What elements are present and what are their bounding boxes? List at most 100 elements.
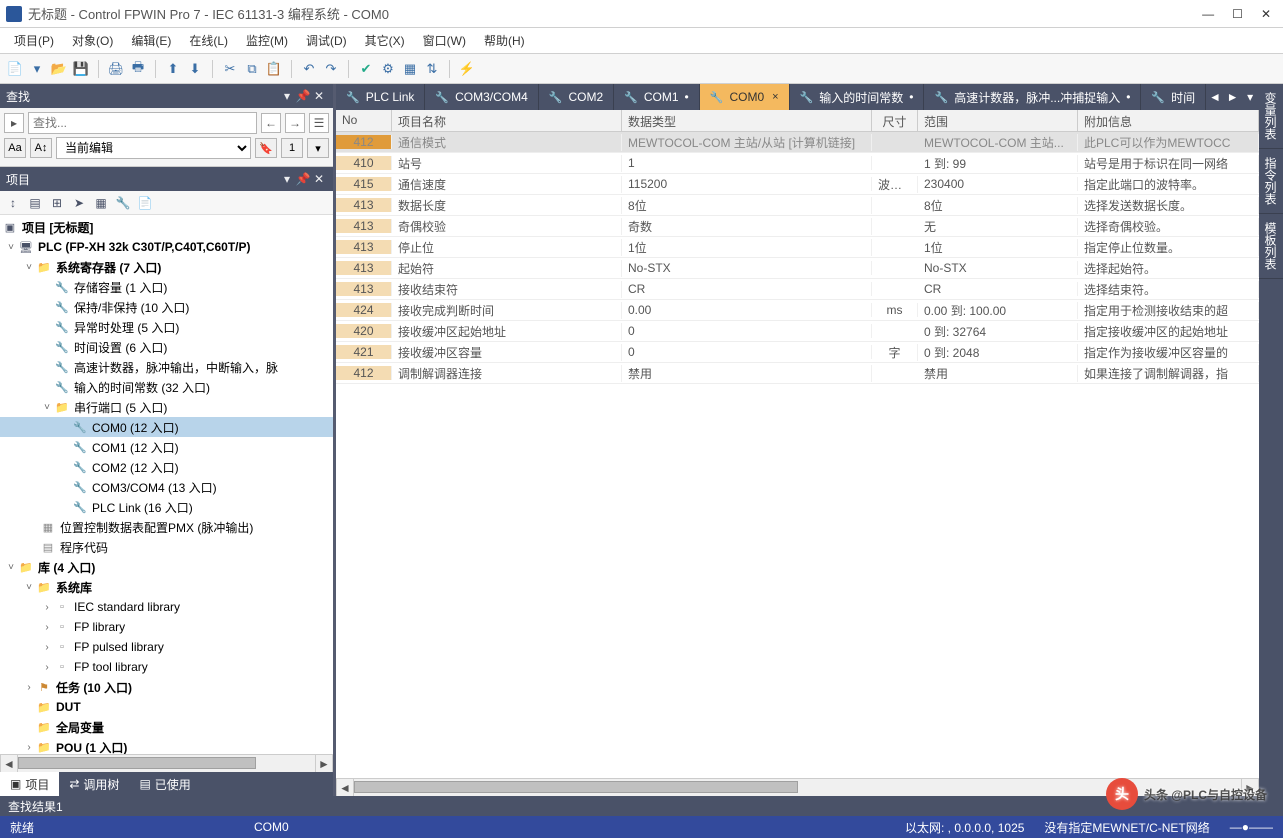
tree-com1[interactable]: 🔧COM1 (12 入口): [0, 437, 333, 457]
col-type[interactable]: 数据类型: [622, 110, 872, 131]
tree-sysitem[interactable]: 🔧高速计数器，脉冲输出，中断输入，脉: [0, 357, 333, 377]
panel-close-icon[interactable]: ✕: [311, 89, 327, 103]
grid-row[interactable]: 415通信速度115200波特率230400指定此端口的波特率。: [336, 174, 1259, 195]
col-info[interactable]: 附加信息: [1078, 110, 1259, 131]
grid-row[interactable]: 420接收缓冲区起始地址00 到: 32764指定接收缓冲区的起始地址: [336, 321, 1259, 342]
minimize-button[interactable]: —: [1202, 7, 1214, 21]
tree-libitem[interactable]: ›▫FP pulsed library: [0, 637, 333, 657]
tree-plclink[interactable]: 🔧PLC Link (16 入口): [0, 497, 333, 517]
compile-icon[interactable]: ⚙: [379, 60, 397, 78]
cell-type[interactable]: MEWTOCOL-COM 主站/从站 [计算机链接]: [622, 134, 872, 151]
tree-pou[interactable]: ›📁POU (1 入口): [0, 737, 333, 754]
grid-row[interactable]: 413起始符No-STXNo-STX选择起始符。: [336, 258, 1259, 279]
col-name[interactable]: 项目名称: [392, 110, 622, 131]
menu-online[interactable]: 在线(L): [181, 29, 236, 52]
cell-type[interactable]: CR: [622, 282, 872, 296]
tree-root[interactable]: ▣项目 [无标题]: [0, 217, 333, 237]
wrench-icon[interactable]: 🔧: [114, 194, 132, 212]
tree-libitem[interactable]: ›▫FP tool library: [0, 657, 333, 677]
match-case-button[interactable]: Aa: [4, 138, 26, 158]
download-icon[interactable]: ⬇: [186, 60, 204, 78]
tree-libitem[interactable]: ›▫IEC standard library: [0, 597, 333, 617]
grid-icon[interactable]: ▦: [92, 194, 110, 212]
tree-sysitem[interactable]: 🔧存储容量 (1 入口): [0, 277, 333, 297]
copy-icon[interactable]: ⧉: [243, 60, 261, 78]
find-all-icon[interactable]: ☰: [309, 113, 329, 133]
panel-pin-icon[interactable]: 📌: [295, 172, 311, 186]
new-icon[interactable]: 📄: [6, 60, 24, 78]
cell-type[interactable]: 0: [622, 345, 872, 359]
tree-posctl[interactable]: ▦位置控制数据表配置PMX (脉冲输出): [0, 517, 333, 537]
cell-type[interactable]: 1位: [622, 239, 872, 256]
tree-sysreg[interactable]: ˅📁系统寄存器 (7 入口): [0, 257, 333, 277]
menu-project[interactable]: 项目(P): [6, 29, 62, 52]
lefttab-project[interactable]: ▣项目: [0, 772, 59, 796]
col-dim[interactable]: 尺寸: [872, 110, 918, 131]
doctab-plclink[interactable]: 🔧PLC Link: [336, 84, 425, 110]
doctab-com1[interactable]: 🔧COM1•: [614, 84, 700, 110]
cell-type[interactable]: 8位: [622, 197, 872, 214]
tabs-scroll-left-icon[interactable]: ◄: [1206, 84, 1224, 110]
dropdown-icon[interactable]: ▾: [28, 60, 46, 78]
cell-type[interactable]: 奇数: [622, 218, 872, 235]
find-next-icon[interactable]: →: [285, 113, 305, 133]
open-icon[interactable]: 📂: [50, 60, 68, 78]
sort-icon[interactable]: ↕: [4, 194, 22, 212]
vtab-templates[interactable]: 模板列表: [1259, 214, 1283, 279]
cell-type[interactable]: 115200: [622, 177, 872, 191]
check-icon[interactable]: ✔: [357, 60, 375, 78]
redo-icon[interactable]: ↷: [322, 60, 340, 78]
menu-debug[interactable]: 调试(D): [298, 29, 355, 52]
project-hscroll[interactable]: ◄►: [0, 754, 333, 772]
cell-type[interactable]: 1: [622, 156, 872, 170]
cell-type[interactable]: 禁用: [622, 365, 872, 382]
menu-edit[interactable]: 编辑(E): [123, 29, 179, 52]
arrow-icon[interactable]: ➤: [70, 194, 88, 212]
panel-pin-icon[interactable]: 📌: [295, 89, 311, 103]
grid-row[interactable]: 410站号11 到: 99站号是用于标识在同一网络: [336, 153, 1259, 174]
lefttab-used[interactable]: ▤已使用: [129, 772, 200, 796]
cell-type[interactable]: 0.00: [622, 303, 872, 317]
tree-serial[interactable]: ˅📁串行端口 (5 入口): [0, 397, 333, 417]
bookmark-count[interactable]: 1: [281, 138, 303, 158]
build-icon[interactable]: ▦: [401, 60, 419, 78]
find-input[interactable]: [28, 112, 257, 134]
tree-com0[interactable]: 🔧COM0 (12 入口): [0, 417, 333, 437]
tree-globals[interactable]: 📁全局变量: [0, 717, 333, 737]
preview-icon[interactable]: 🖶: [129, 60, 147, 78]
doctab-time[interactable]: 🔧时间: [1141, 84, 1206, 110]
close-button[interactable]: ✕: [1261, 7, 1271, 21]
doctab-com34[interactable]: 🔧COM3/COM4: [425, 84, 538, 110]
cell-type[interactable]: No-STX: [622, 261, 872, 275]
cell-type[interactable]: 0: [622, 324, 872, 338]
vtab-variables[interactable]: 变量列表: [1259, 84, 1283, 149]
menu-help[interactable]: 帮助(H): [476, 29, 533, 52]
tabs-menu-icon[interactable]: ▾: [1241, 84, 1259, 110]
menu-other[interactable]: 其它(X): [357, 29, 413, 52]
print-icon[interactable]: 🖨: [107, 60, 125, 78]
lefttab-calltree[interactable]: ⇄调用树: [59, 772, 129, 796]
tree-icon[interactable]: ⊞: [48, 194, 66, 212]
transfer-icon[interactable]: ⇅: [423, 60, 441, 78]
tree-syslib[interactable]: ˅📁系统库: [0, 577, 333, 597]
find-results-bar[interactable]: 查找结果1: [0, 796, 1283, 816]
tree-libitem[interactable]: ›▫FP library: [0, 617, 333, 637]
col-range[interactable]: 范围: [918, 110, 1078, 131]
tree-tasks[interactable]: ›⚑任务 (10 入口): [0, 677, 333, 697]
tree-sysitem[interactable]: 🔧输入的时间常数 (32 入口): [0, 377, 333, 397]
tree-com2[interactable]: 🔧COM2 (12 入口): [0, 457, 333, 477]
bookmark-icon[interactable]: 🔖: [255, 138, 277, 158]
whole-word-button[interactable]: A↕: [30, 138, 52, 158]
tree-com34[interactable]: 🔧COM3/COM4 (13 入口): [0, 477, 333, 497]
tree-sysitem[interactable]: 🔧保持/非保持 (10 入口): [0, 297, 333, 317]
panel-dropdown-icon[interactable]: ▾: [279, 172, 295, 186]
grid-row[interactable]: 413接收结束符CRCR选择结束符。: [336, 279, 1259, 300]
find-scope-select[interactable]: 当前编辑: [56, 137, 251, 159]
filter-icon[interactable]: ▤: [26, 194, 44, 212]
doctab-hscounter[interactable]: 🔧高速计数器，脉冲...冲捕捉输入•: [924, 84, 1141, 110]
paste-icon[interactable]: 📋: [265, 60, 283, 78]
menu-window[interactable]: 窗口(W): [415, 29, 474, 52]
tab-close-icon[interactable]: ×: [772, 91, 778, 103]
tree-lib[interactable]: ˅📁库 (4 入口): [0, 557, 333, 577]
doctab-com2[interactable]: 🔧COM2: [539, 84, 614, 110]
